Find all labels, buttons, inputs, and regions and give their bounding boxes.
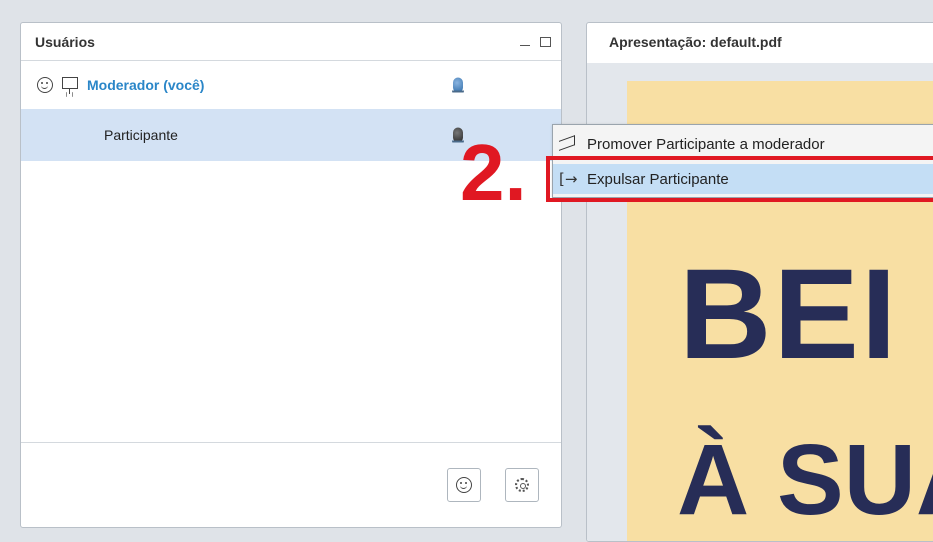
presentation-header: Apresentação: default.pdf bbox=[587, 23, 933, 61]
megaphone-icon-wrap bbox=[559, 138, 587, 150]
settings-button[interactable] bbox=[505, 468, 539, 502]
megaphone-icon bbox=[559, 138, 575, 150]
presenter-icon-wrap bbox=[61, 76, 79, 94]
users-panel-title: Usuários bbox=[35, 33, 95, 50]
minimize-button[interactable] bbox=[520, 37, 530, 47]
window-controls bbox=[520, 36, 551, 47]
participant-name: Participante bbox=[104, 127, 178, 143]
moderator-name: Moderador (você) bbox=[87, 77, 205, 93]
gear-icon bbox=[515, 478, 529, 492]
presentation-panel: Apresentação: default.pdf BEI À SUA bbox=[586, 22, 933, 542]
microphone-icon bbox=[452, 77, 464, 93]
menu-item-promote[interactable]: Promover Participante a moderador bbox=[553, 130, 933, 158]
slide-text-line1: BEI bbox=[679, 243, 899, 386]
presenter-icon bbox=[61, 76, 79, 94]
users-panel-footer bbox=[21, 442, 561, 527]
emoji-status-icon[interactable] bbox=[37, 77, 53, 93]
smiley-icon bbox=[37, 77, 53, 93]
maximize-button[interactable] bbox=[540, 36, 551, 47]
users-panel: Usuários Moderador (você) Participante bbox=[20, 22, 562, 528]
slide-text-line2: À SUA bbox=[677, 424, 933, 536]
user-row-moderator[interactable]: Moderador (você) bbox=[21, 61, 561, 109]
annotation-highlight-box bbox=[546, 156, 933, 202]
presentation-title: Apresentação: default.pdf bbox=[609, 34, 782, 50]
emoji-status-button[interactable] bbox=[447, 468, 481, 502]
smiley-icon bbox=[456, 477, 472, 493]
users-panel-header: Usuários bbox=[21, 23, 561, 61]
annotation-step-label: 2. bbox=[460, 128, 527, 217]
menu-item-promote-label: Promover Participante a moderador bbox=[587, 135, 825, 153]
